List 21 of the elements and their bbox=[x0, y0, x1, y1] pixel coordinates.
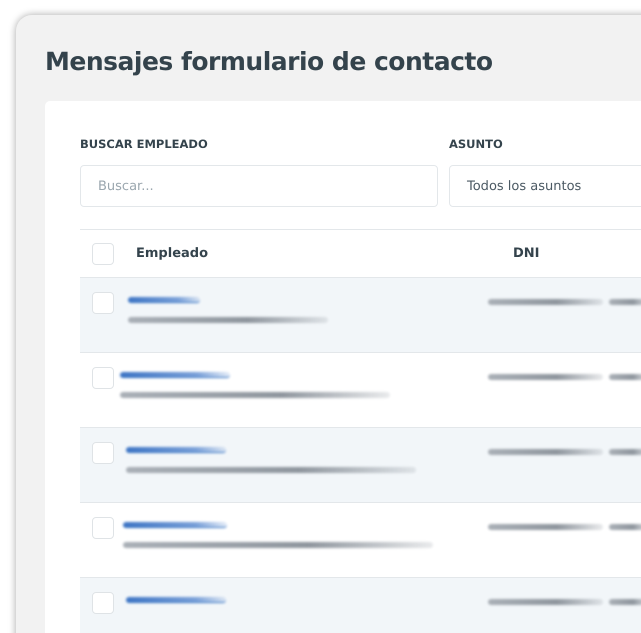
table-row[interactable] bbox=[80, 278, 641, 353]
column-header: DNI bbox=[513, 246, 540, 261]
page-title: Mensajes formulario de contacto bbox=[45, 47, 493, 76]
subject-dropdown[interactable]: Todos los asuntos bbox=[449, 165, 641, 207]
blurred-link bbox=[128, 297, 200, 303]
checkbox[interactable] bbox=[92, 292, 114, 314]
checkbox[interactable] bbox=[92, 592, 114, 614]
blurred-text bbox=[609, 374, 641, 380]
checkbox[interactable] bbox=[92, 442, 114, 464]
blurred-text bbox=[609, 524, 641, 530]
checkbox[interactable] bbox=[92, 367, 114, 389]
filter-label: BUSCAR EMPLEADO bbox=[80, 137, 208, 151]
table-row[interactable] bbox=[80, 428, 641, 503]
search-field[interactable]: Buscar... bbox=[80, 165, 438, 207]
blurred-text bbox=[609, 599, 641, 605]
checkbox[interactable] bbox=[92, 517, 114, 539]
filter-label: ASUNTO bbox=[449, 137, 503, 151]
column-header: Empleado bbox=[136, 246, 210, 261]
checkbox[interactable] bbox=[92, 242, 114, 264]
blurred-text bbox=[609, 449, 641, 455]
blurred-text bbox=[609, 299, 641, 305]
